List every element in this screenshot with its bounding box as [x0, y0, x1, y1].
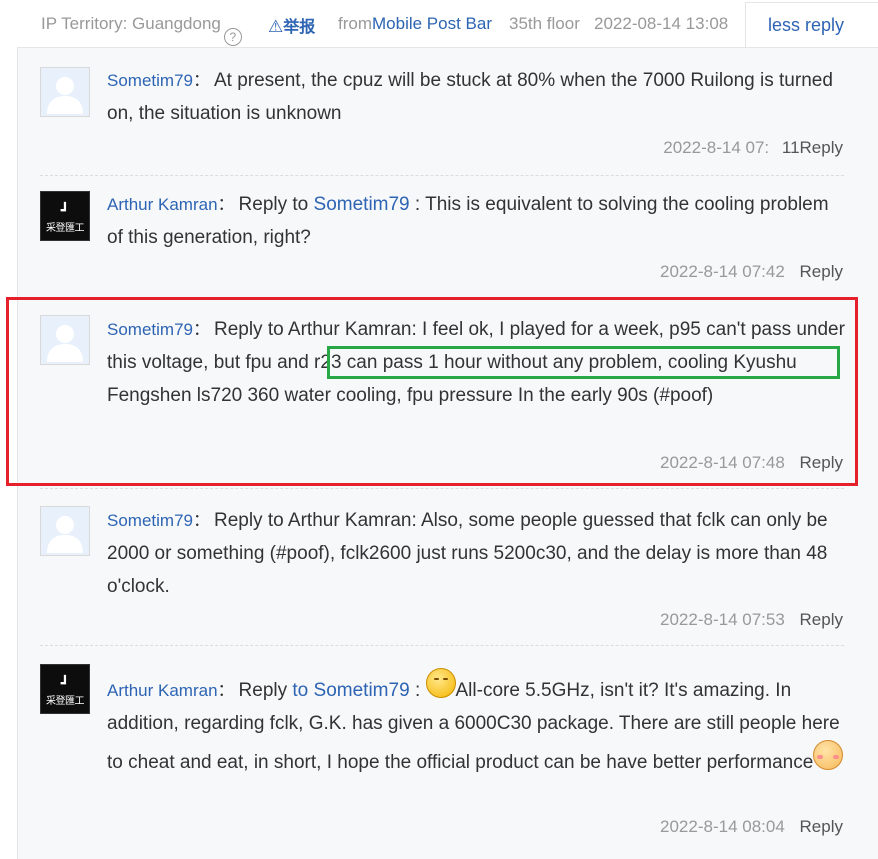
blush-emoji-icon — [813, 740, 844, 770]
avatar-logo-icon: ┛ — [60, 675, 70, 691]
username-link[interactable]: Sometim79 — [107, 71, 193, 90]
floor-number: 35th floor — [509, 14, 580, 33]
warning-triangle-icon: ⚠ — [268, 17, 284, 36]
reply-text: At present, the cpuz will be stuck at 80… — [107, 70, 833, 124]
post-source: fromMobile Post Bar — [338, 14, 492, 33]
username-link[interactable]: Arthur Kamran — [107, 681, 218, 700]
reply-to-user-link[interactable]: Sometim79 — [314, 194, 410, 215]
reply-text: Reply to Arthur Kamran: Also, some peopl… — [107, 510, 828, 597]
avatar[interactable] — [40, 67, 90, 117]
default-avatar-icon — [47, 516, 83, 553]
reply-time: 2022-8-14 07:53 — [660, 610, 785, 629]
green-highlight-box — [327, 346, 840, 379]
reply-time: 2022-8-14 07:42 — [660, 262, 785, 281]
reply-button[interactable]: Reply — [800, 817, 843, 836]
reply-button[interactable]: Reply — [800, 262, 843, 281]
reply-content: Arthur Kamran： Reply to Sometim79 : This … — [107, 194, 829, 248]
reply-time: 2022-8-14 08:04 — [660, 817, 785, 836]
avatar-logo-icon: ┛ — [60, 202, 70, 218]
post-datetime: 2022-08-14 13:08 — [594, 14, 729, 33]
less-reply-label[interactable]: less reply — [768, 15, 844, 36]
ip-territory: IP Territory: Guangdong? — [41, 14, 242, 46]
reply-count-button[interactable]: 11Reply — [782, 138, 843, 157]
source-link[interactable]: Mobile Post Bar — [372, 14, 492, 33]
reply-meta: 2022-8-14 08:04 Reply — [660, 817, 843, 837]
reply-button[interactable]: Reply — [800, 610, 843, 629]
red-highlight-box — [6, 297, 858, 486]
reply-meta: 2022-8-14 07: 11Reply — [663, 138, 843, 158]
reply-time: 2022-8-14 07: — [663, 138, 770, 157]
separator — [40, 488, 844, 489]
question-circle-icon[interactable]: ? — [223, 28, 242, 46]
reply-to-user-link[interactable]: Sometim79 — [314, 680, 410, 701]
separator — [40, 645, 844, 646]
reply-meta: 2022-8-14 07:42 Reply — [660, 262, 843, 282]
default-avatar-icon — [47, 77, 83, 114]
username-link[interactable]: Arthur Kamran — [107, 195, 218, 214]
avatar[interactable]: ┛ 采登匯工 — [40, 191, 90, 241]
reply-content: Sometim79： Reply to Arthur Kamran: Also, … — [107, 510, 828, 597]
reply-meta: 2022-8-14 07:53 Reply — [660, 610, 843, 630]
username-link[interactable]: Sometim79 — [107, 511, 193, 530]
reply-content: Sometim79： At present, the cpuz will be s… — [107, 70, 833, 124]
avatar[interactable] — [40, 506, 90, 556]
report-link[interactable]: ⚠举报 — [268, 13, 315, 37]
separator — [40, 175, 844, 176]
less-reply-tab[interactable]: less reply — [745, 2, 878, 48]
smile-emoji-icon — [425, 668, 456, 698]
reply-content: Arthur Kamran： Reply to Sometim79 : All-c… — [107, 668, 847, 779]
avatar[interactable]: ┛ 采登匯工 — [40, 664, 90, 714]
